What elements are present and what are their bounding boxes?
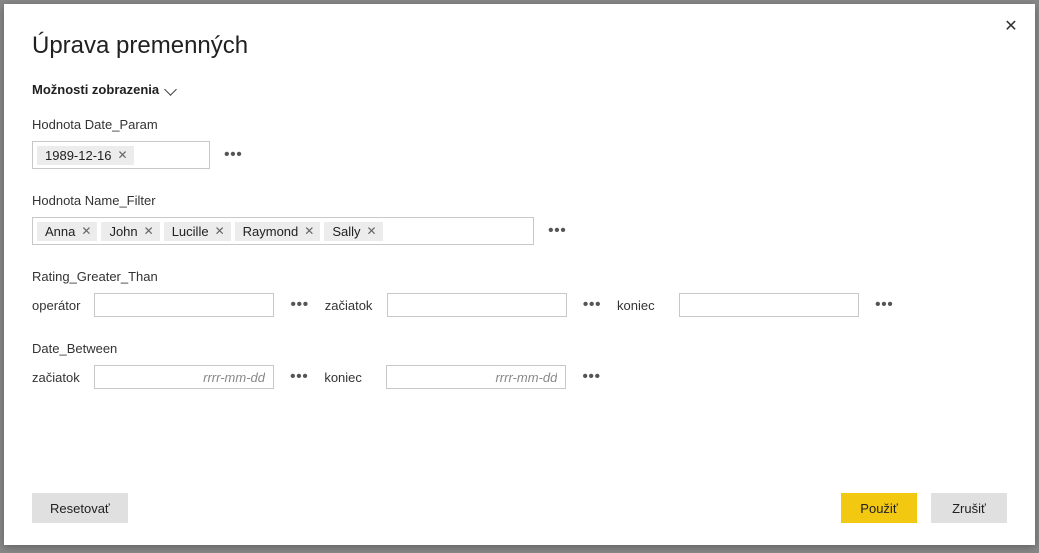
token: Lucille ✕ — [164, 222, 231, 241]
date-end-input[interactable] — [386, 365, 566, 389]
start-label: začiatok — [325, 298, 373, 313]
group-label: Hodnota Name_Filter — [32, 193, 1007, 208]
display-options-toggle[interactable]: Možnosti zobrazenia — [32, 82, 175, 97]
operator-input[interactable] — [94, 293, 274, 317]
more-icon[interactable]: ••• — [222, 146, 244, 164]
end-input[interactable] — [679, 293, 859, 317]
close-icon[interactable]: ✕ — [997, 12, 1025, 40]
operator-label: operátor — [32, 298, 80, 313]
token: 1989-12-16 ✕ — [37, 146, 134, 165]
date-start-input[interactable] — [94, 365, 274, 389]
remove-token-icon[interactable]: ✕ — [304, 225, 314, 237]
more-icon[interactable]: ••• — [288, 368, 310, 386]
start-field: začiatok ••• — [325, 293, 603, 317]
group-rating-greater-than: Rating_Greater_Than operátor ••• začiato… — [32, 269, 1007, 317]
group-label: Hodnota Date_Param — [32, 117, 1007, 132]
end-label: koniec — [617, 298, 665, 313]
token-text: Lucille — [172, 224, 209, 239]
token: Sally ✕ — [324, 222, 382, 241]
end-label: koniec — [324, 370, 372, 385]
edit-variables-dialog: ✕ Úprava premenných Možnosti zobrazenia … — [4, 4, 1035, 545]
token: Raymond ✕ — [235, 222, 321, 241]
group-label: Date_Between — [32, 341, 1007, 356]
group-date-between: Date_Between začiatok ••• koniec ••• — [32, 341, 1007, 389]
remove-token-icon[interactable]: ✕ — [118, 149, 128, 161]
token-text: 1989-12-16 — [45, 148, 112, 163]
remove-token-icon[interactable]: ✕ — [367, 225, 377, 237]
remove-token-icon[interactable]: ✕ — [215, 225, 225, 237]
chevron-down-icon — [163, 82, 175, 97]
dialog-content: Úprava premenných Možnosti zobrazenia Ho… — [4, 4, 1035, 477]
remove-token-icon[interactable]: ✕ — [144, 225, 154, 237]
start-label: začiatok — [32, 370, 80, 385]
more-icon[interactable]: ••• — [546, 222, 568, 240]
display-options-label: Možnosti zobrazenia — [32, 82, 159, 97]
dialog-footer: Resetovať Použiť Zrušiť — [4, 477, 1035, 545]
more-icon[interactable]: ••• — [288, 296, 310, 314]
group-date-param: Hodnota Date_Param 1989-12-16 ✕ ••• — [32, 117, 1007, 169]
token-text: John — [109, 224, 137, 239]
token-text: Anna — [45, 224, 75, 239]
token: John ✕ — [101, 222, 159, 241]
end-field: koniec ••• — [324, 365, 602, 389]
group-name-filter: Hodnota Name_Filter Anna ✕ John ✕ Lucill… — [32, 193, 1007, 245]
more-icon[interactable]: ••• — [873, 296, 895, 314]
token-text: Sally — [332, 224, 360, 239]
reset-button[interactable]: Resetovať — [32, 493, 128, 523]
cancel-button[interactable]: Zrušiť — [931, 493, 1007, 523]
remove-token-icon[interactable]: ✕ — [81, 225, 91, 237]
start-input[interactable] — [387, 293, 567, 317]
token: Anna ✕ — [37, 222, 97, 241]
name-filter-input[interactable]: Anna ✕ John ✕ Lucille ✕ Raymond ✕ — [32, 217, 534, 245]
operator-field: operátor ••• — [32, 293, 311, 317]
token-text: Raymond — [243, 224, 299, 239]
date-param-input[interactable]: 1989-12-16 ✕ — [32, 141, 210, 169]
dialog-title: Úprava premenných — [32, 32, 1007, 60]
apply-button[interactable]: Použiť — [841, 493, 917, 523]
more-icon[interactable]: ••• — [581, 296, 603, 314]
more-icon[interactable]: ••• — [580, 368, 602, 386]
start-field: začiatok ••• — [32, 365, 310, 389]
end-field: koniec ••• — [617, 293, 895, 317]
group-label: Rating_Greater_Than — [32, 269, 1007, 284]
